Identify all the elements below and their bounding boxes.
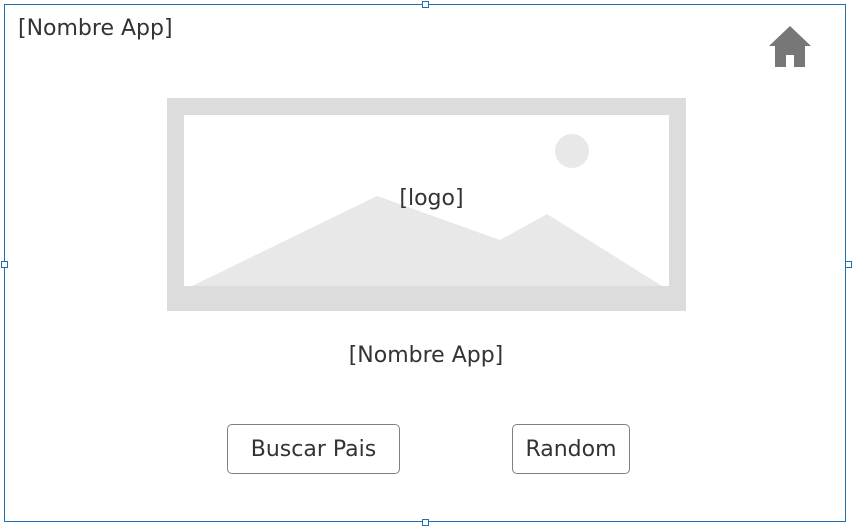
random-button[interactable]: Random: [512, 424, 630, 474]
search-country-button[interactable]: Buscar Pais: [227, 424, 400, 474]
logo-label: [logo]: [399, 186, 464, 211]
header-app-name: [Nombre App]: [18, 16, 173, 41]
main-app-name: [Nombre App]: [348, 343, 504, 368]
resize-handle-left[interactable]: [1, 261, 8, 268]
logo-placeholder: [logo]: [167, 98, 686, 311]
home-icon[interactable]: [768, 25, 812, 69]
resize-handle-right[interactable]: [845, 261, 852, 268]
resize-handle-bottom[interactable]: [422, 519, 429, 526]
resize-handle-top[interactable]: [422, 1, 429, 8]
